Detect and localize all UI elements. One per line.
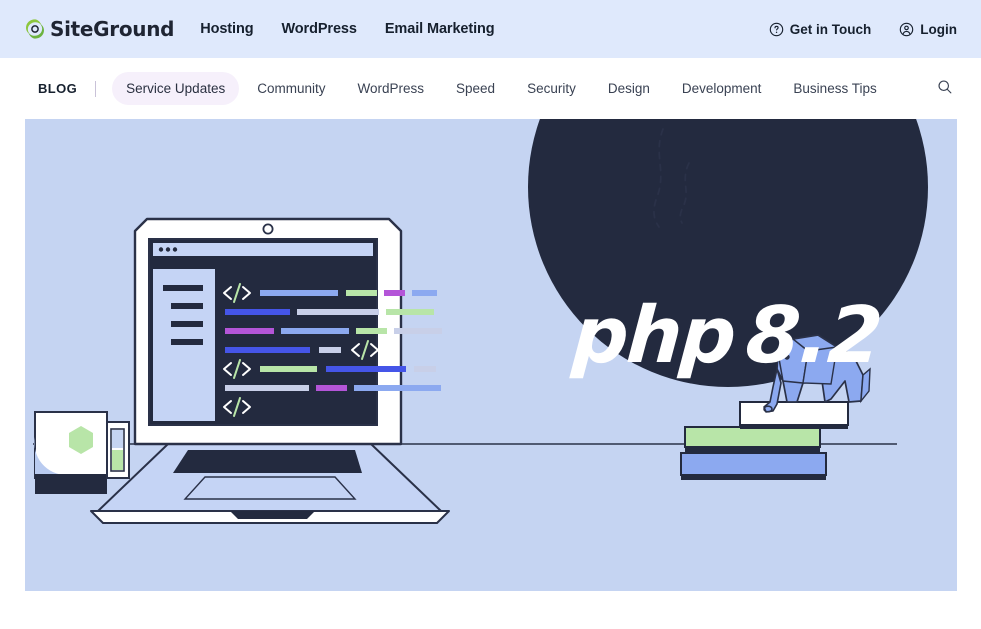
- blog-category-design[interactable]: Design: [594, 72, 664, 105]
- get-in-touch-link[interactable]: Get in Touch: [769, 21, 872, 37]
- siteground-leaf-icon: [24, 18, 46, 40]
- header-actions: Get in Touch Login: [769, 22, 957, 37]
- user-circle-icon: [899, 22, 914, 37]
- login-link[interactable]: Login: [899, 22, 957, 37]
- php-word: php: [569, 291, 738, 381]
- hero-wrap: php8.2: [0, 119, 981, 591]
- hero-featured-image[interactable]: php8.2: [25, 119, 957, 591]
- top-header: SiteGround Hosting WordPress Email Marke…: [0, 0, 981, 58]
- search-button[interactable]: [933, 75, 957, 102]
- blog-category-business-tips[interactable]: Business Tips: [779, 72, 890, 105]
- question-circle-icon: [769, 22, 784, 37]
- main-nav: Hosting WordPress Email Marketing: [200, 21, 494, 37]
- php-version-title: php8.2: [570, 291, 885, 381]
- login-label: Login: [920, 21, 957, 37]
- nav-divider: [95, 80, 97, 97]
- get-in-touch-label: Get in Touch: [789, 21, 872, 37]
- siteground-logo[interactable]: SiteGround: [24, 17, 175, 41]
- laptop-illustration: [90, 217, 450, 524]
- blog-nav: BLOG Service Updates Community WordPress…: [0, 58, 981, 119]
- nav-item-wordpress[interactable]: WordPress: [281, 21, 356, 37]
- blog-category-wordpress[interactable]: WordPress: [343, 72, 438, 105]
- blog-category-development[interactable]: Development: [668, 72, 776, 105]
- search-icon: [937, 79, 953, 98]
- blog-label: BLOG: [38, 81, 78, 96]
- nav-item-hosting[interactable]: Hosting: [200, 21, 253, 37]
- blog-category-service-updates[interactable]: Service Updates: [112, 72, 240, 105]
- brand-name: SiteGround: [50, 17, 175, 41]
- nav-item-email-marketing[interactable]: Email Marketing: [385, 21, 495, 37]
- blog-category-community[interactable]: Community: [243, 72, 339, 105]
- php-version-number: 8.2: [743, 291, 885, 381]
- blog-category-speed[interactable]: Speed: [442, 72, 509, 105]
- blog-category-security[interactable]: Security: [513, 72, 590, 105]
- blog-category-list: Service Updates Community WordPress Spee…: [112, 72, 891, 105]
